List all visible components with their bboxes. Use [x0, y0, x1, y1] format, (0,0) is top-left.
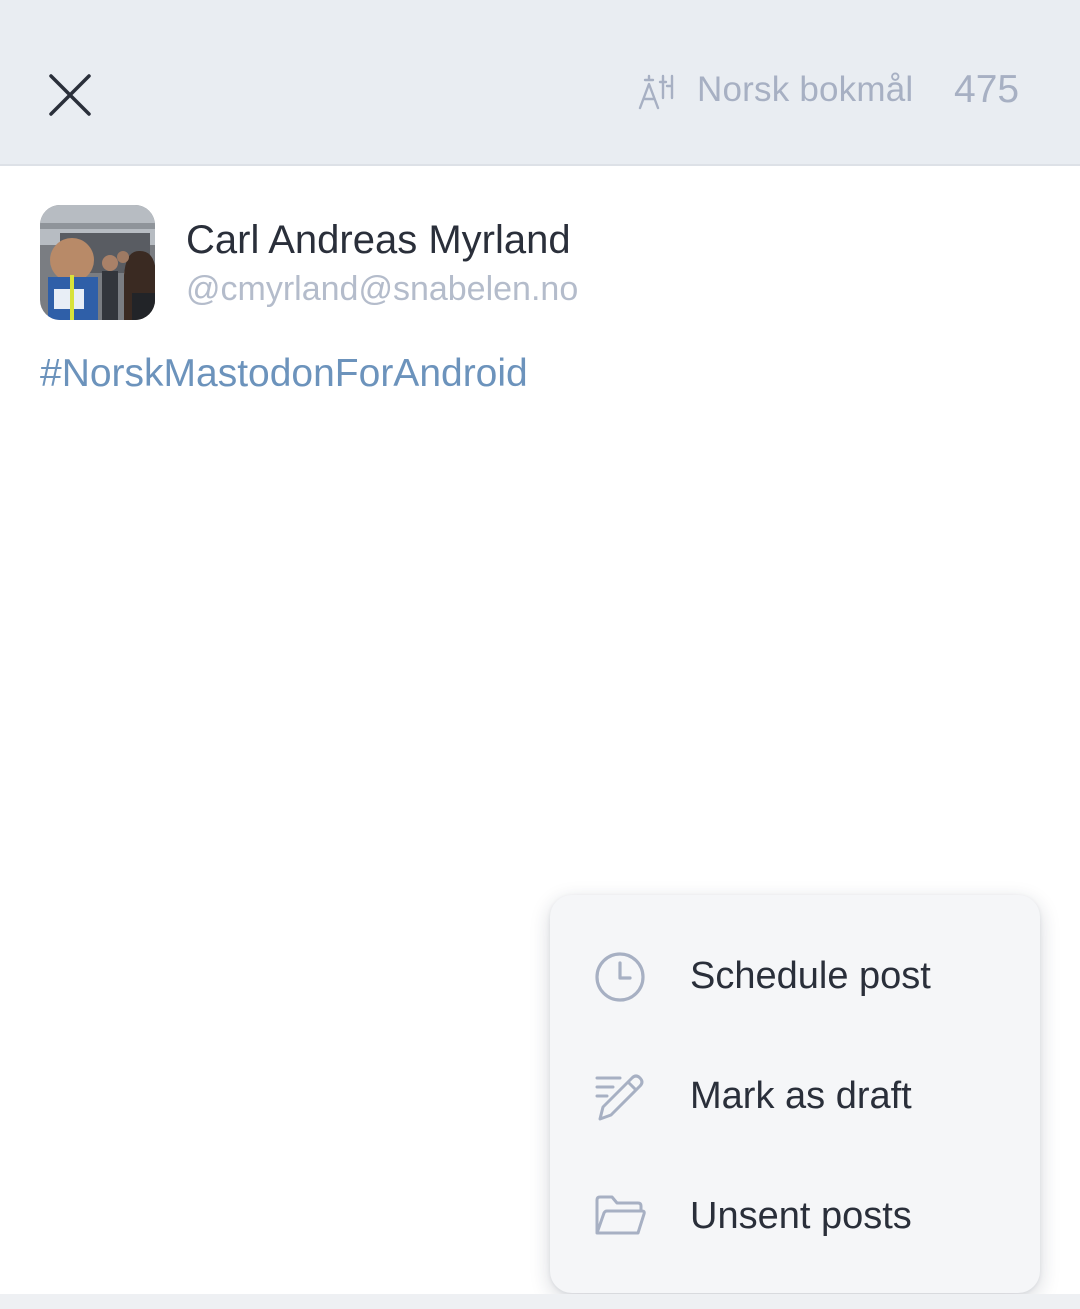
character-counter: 475 — [954, 68, 1020, 111]
menu-item-schedule-post[interactable]: Schedule post — [550, 917, 1040, 1037]
language-selector[interactable]: Norsk bokmål — [697, 70, 913, 110]
author-handle: @cmyrland@snabelen.no — [186, 270, 579, 308]
menu-item-label: Schedule post — [690, 955, 931, 997]
translate-icon[interactable] — [636, 72, 676, 112]
avatar — [40, 205, 155, 320]
compose-toolbar: Norsk bokmål 475 — [0, 0, 1080, 166]
clock-icon — [595, 952, 645, 1002]
compose-text-field[interactable]: #NorskMastodonForAndroid — [40, 352, 528, 396]
menu-item-mark-as-draft[interactable]: Mark as draft — [550, 1037, 1040, 1157]
draft-pencil-icon — [595, 1074, 644, 1121]
overflow-menu: Schedule post Mark as draft Unsent posts — [550, 895, 1040, 1293]
menu-item-label: Unsent posts — [690, 1195, 912, 1237]
folder-icon — [595, 1195, 646, 1235]
close-icon — [49, 74, 91, 116]
author-display-name: Carl Andreas Myrland — [186, 218, 571, 262]
close-button[interactable] — [30, 55, 110, 135]
avatar-photo — [40, 205, 155, 320]
menu-item-unsent-posts[interactable]: Unsent posts — [550, 1157, 1040, 1277]
menu-item-label: Mark as draft — [690, 1075, 912, 1117]
bottom-toolbar-edge — [0, 1294, 1080, 1309]
